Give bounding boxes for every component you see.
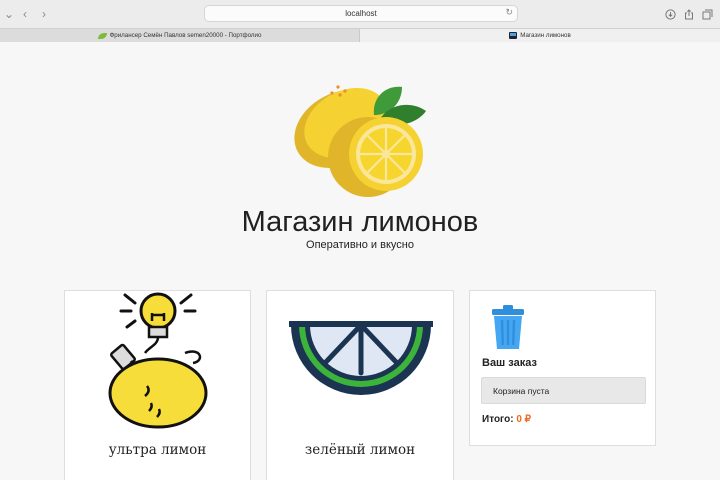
tab-lemon-shop[interactable]: Магазин лимонов — [360, 29, 720, 42]
forward-icon[interactable]: › — [35, 5, 53, 23]
product-card-ultra-lemon[interactable]: ультра лимон — [64, 290, 251, 480]
product-name: зелёный лимон — [304, 442, 416, 458]
download-icon[interactable] — [661, 5, 679, 23]
product-card-green-lemon[interactable]: зелёный лимон — [266, 290, 454, 480]
total-label: Итого: — [482, 414, 514, 425]
tabs-overview-icon[interactable] — [698, 5, 716, 23]
browser-toolbar: ⌄ ‹ › localhost ↻ — [0, 0, 720, 28]
tab-label: Фрилансер Семён Павлов semen20000 - Порт… — [109, 32, 262, 39]
order-title: Ваш заказ — [482, 357, 537, 369]
address-text: localhost — [345, 9, 377, 18]
tab-bar: Фрилансер Семён Павлов semen20000 - Порт… — [0, 28, 720, 42]
tab-portfolio[interactable]: Фрилансер Семён Павлов semen20000 - Порт… — [0, 29, 360, 42]
address-bar[interactable]: localhost ↻ — [204, 5, 518, 22]
share-icon[interactable] — [680, 5, 698, 23]
lemon-slice-icon — [289, 321, 433, 395]
total-value: 0 ₽ — [516, 414, 532, 425]
site-favicon-icon — [509, 32, 518, 39]
order-panel: Ваш заказ Корзина пуста Итого: 0 ₽ — [469, 290, 656, 446]
back-icon[interactable]: ‹ — [16, 5, 34, 23]
lemon-logo-icon — [294, 85, 426, 197]
page-content: Магазин лимонов Оперативно и вкусно ульт… — [0, 43, 720, 480]
reload-icon[interactable]: ↻ — [505, 7, 513, 18]
leaf-favicon-icon — [97, 32, 107, 39]
cart-status-text: Корзина пуста — [493, 385, 550, 396]
order-total: Итого: 0 ₽ — [482, 414, 531, 425]
page-subtitle: Оперативно и вкусно — [306, 239, 414, 251]
lemon-lightbulb-icon — [108, 292, 208, 429]
tab-label: Магазин лимонов — [520, 32, 571, 39]
product-name: ультра лимон — [108, 442, 207, 458]
page-title: Магазин лимонов — [241, 206, 479, 238]
cart-status-box: Корзина пуста — [481, 377, 646, 404]
trash-icon[interactable] — [490, 304, 526, 350]
